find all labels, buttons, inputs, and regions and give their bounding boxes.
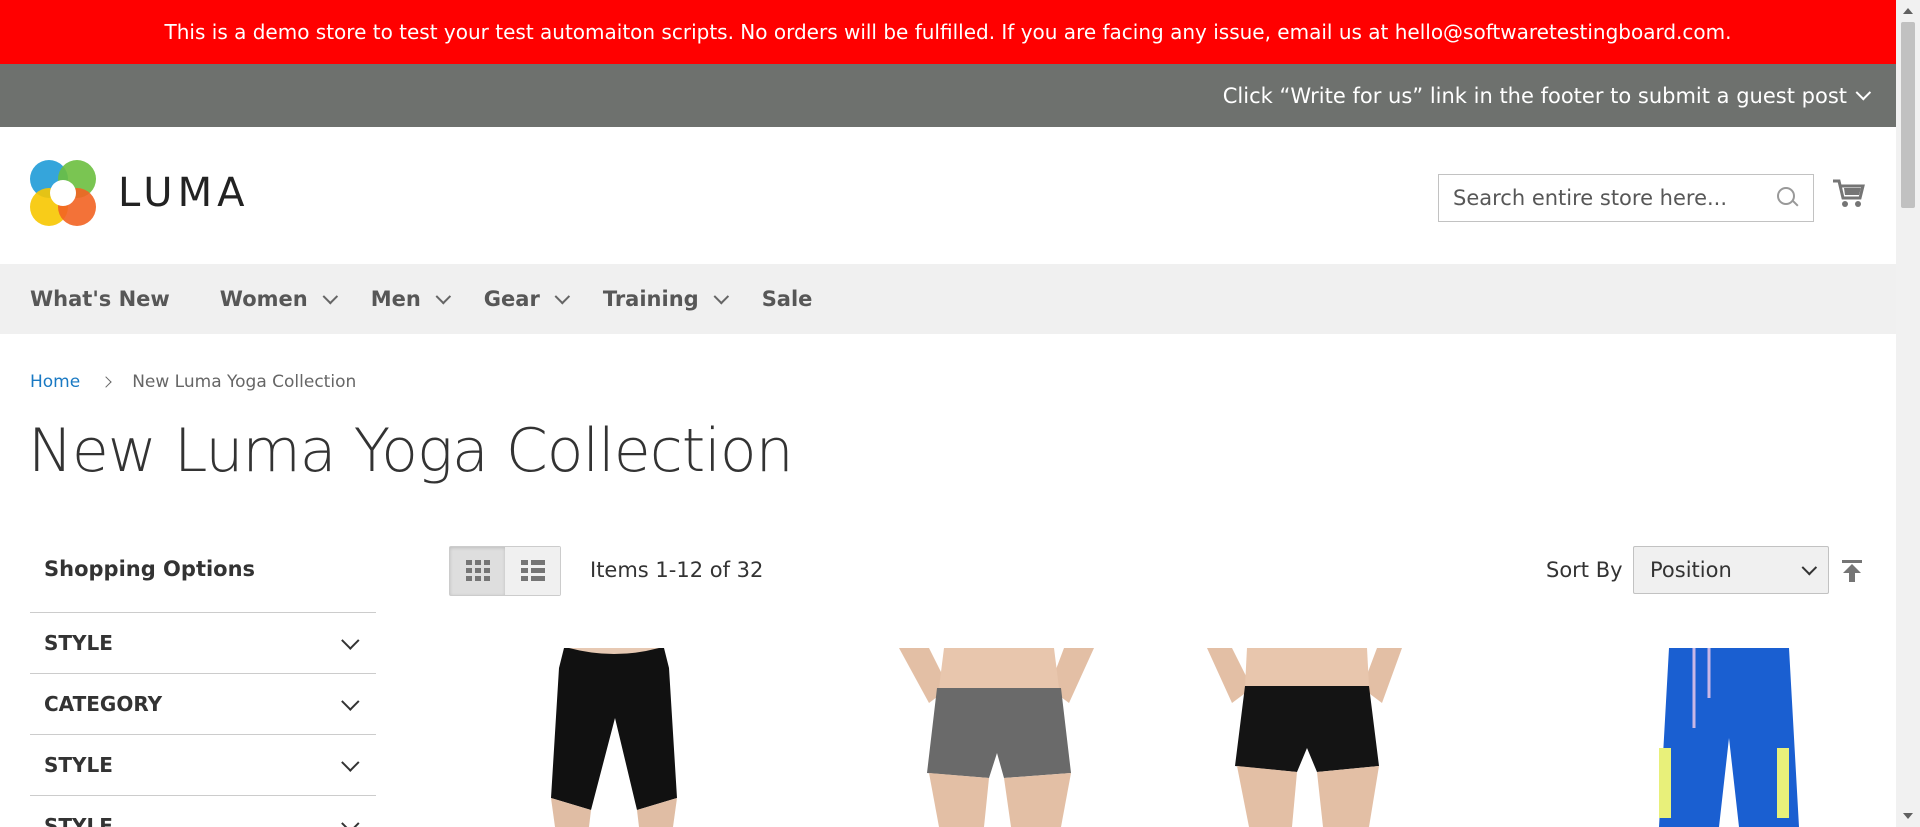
breadcrumb: Home New Luma Yoga Collection <box>30 372 356 392</box>
grid-icon <box>465 560 490 581</box>
chevron-right-icon <box>100 376 112 388</box>
product-photo <box>529 648 699 827</box>
search-box[interactable] <box>1438 174 1814 222</box>
chevron-down-icon <box>713 288 729 304</box>
chevron-down-icon <box>435 288 451 304</box>
product-photo <box>1207 648 1407 827</box>
list-icon <box>520 560 545 581</box>
shopping-options-sidebar: Shopping Options STYLE CATEGORY STYLE ST… <box>30 545 376 827</box>
main-navigation: What's New Women Men Gear Training Sale <box>0 264 1896 334</box>
product-photo <box>1639 648 1809 827</box>
scroll-up-icon[interactable] <box>1903 8 1913 14</box>
nav-item-men[interactable]: Men <box>371 287 451 311</box>
product-image[interactable] <box>889 648 1104 827</box>
site-header: LUMA <box>0 127 1896 264</box>
breadcrumb-current: New Luma Yoga Collection <box>132 372 357 392</box>
search-icon[interactable] <box>1777 187 1799 209</box>
sort-by-select[interactable]: Position <box>1633 546 1829 594</box>
scroll-down-icon[interactable] <box>1903 813 1913 819</box>
product-image[interactable] <box>1207 648 1407 827</box>
product-photo <box>889 648 1104 827</box>
sort-by-label: Sort By <box>1546 558 1623 582</box>
chevron-down-icon <box>341 813 360 827</box>
chevron-down-icon <box>1801 559 1818 575</box>
luma-logo-icon <box>30 160 96 226</box>
nav-item-training[interactable]: Training <box>603 287 729 311</box>
nav-item-sale[interactable]: Sale <box>762 287 813 311</box>
chevron-down-icon <box>322 288 338 304</box>
demo-banner-text: This is a demo store to test your test a… <box>164 20 1732 44</box>
scrollbar-thumb[interactable] <box>1901 22 1915 208</box>
chevron-down-icon <box>1855 84 1872 101</box>
filter-style[interactable]: STYLE <box>30 796 376 827</box>
product-image[interactable] <box>529 648 699 827</box>
product-grid <box>449 648 1839 827</box>
shopping-options-title: Shopping Options <box>30 545 376 613</box>
products-toolbar: Items 1-12 of 32 Sort By Position <box>449 546 1862 596</box>
filter-style[interactable]: STYLE <box>30 613 376 674</box>
cart-icon[interactable] <box>1832 176 1866 210</box>
logo-text: LUMA <box>118 170 250 216</box>
guest-post-bar[interactable]: Click “Write for us” link in the footer … <box>0 64 1896 127</box>
page-scrollbar[interactable] <box>1896 0 1920 827</box>
sort-by-value: Position <box>1650 558 1732 582</box>
view-mode-switcher <box>449 546 561 596</box>
luma-logo[interactable]: LUMA <box>30 160 249 226</box>
guest-post-text[interactable]: Click “Write for us” link in the footer … <box>1223 84 1847 108</box>
chevron-down-icon <box>554 288 570 304</box>
toolbar-amount: Items 1-12 of 32 <box>590 558 764 582</box>
nav-item-gear[interactable]: Gear <box>484 287 570 311</box>
breadcrumb-home-link[interactable]: Home <box>30 372 80 392</box>
chevron-down-icon <box>341 752 360 772</box>
demo-store-banner: This is a demo store to test your test a… <box>0 0 1896 64</box>
filter-style[interactable]: STYLE <box>30 735 376 796</box>
product-image[interactable] <box>1639 648 1809 827</box>
search-input[interactable] <box>1453 186 1777 210</box>
arrow-up-icon[interactable] <box>1842 560 1862 582</box>
filter-category[interactable]: CATEGORY <box>30 674 376 735</box>
list-view-button[interactable] <box>505 547 560 595</box>
chevron-down-icon <box>341 691 360 711</box>
page-title: New Luma Yoga Collection <box>28 416 794 486</box>
nav-item-whats-new[interactable]: What's New <box>30 287 170 311</box>
chevron-down-icon <box>341 630 360 650</box>
nav-item-women[interactable]: Women <box>220 287 338 311</box>
grid-view-button[interactable] <box>450 547 505 595</box>
